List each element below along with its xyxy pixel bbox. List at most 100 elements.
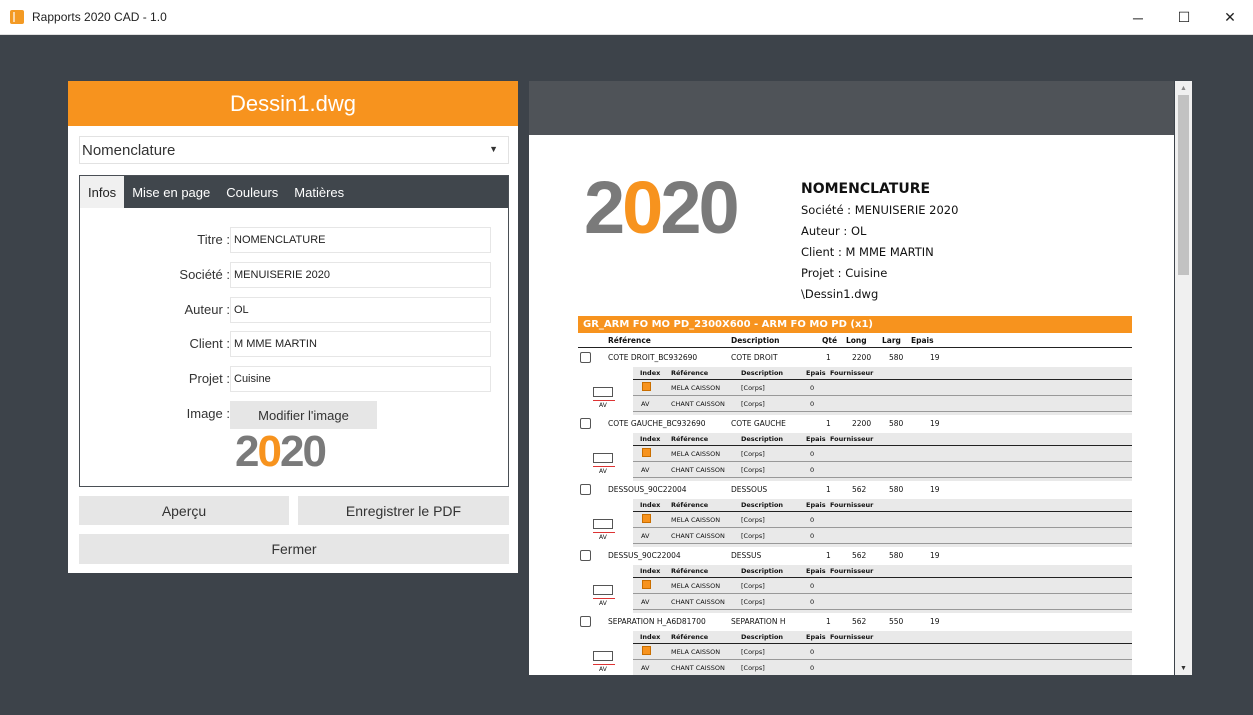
material-reference: MELA CAISSON xyxy=(671,384,721,392)
part-reference: COTE GAUCHE_BC932690 xyxy=(608,419,706,428)
material-swatch-icon xyxy=(642,382,651,391)
sub-divider xyxy=(633,593,1132,594)
edge-description: [Corps] xyxy=(741,598,765,606)
panel-edge-label: AV xyxy=(599,402,607,409)
sub-table-header: Index Référence Description Epais Fourni… xyxy=(633,631,1132,644)
societe-label: Société : xyxy=(179,267,230,282)
preview-button[interactable]: Aperçu xyxy=(79,496,289,525)
titre-row: Titre : NOMENCLATURE xyxy=(80,227,510,253)
tab-couleurs[interactable]: Couleurs xyxy=(218,176,286,208)
part-larg: 580 xyxy=(889,551,904,560)
sub-header-epais: Epais xyxy=(806,369,826,377)
panel-icon xyxy=(593,585,613,595)
part-long: 562 xyxy=(852,551,867,560)
preview-scrollbar[interactable]: ▲ ▼ xyxy=(1175,81,1192,675)
part-row: DESSUS_90C22004 DESSUS 1 562 580 19 xyxy=(578,548,1132,564)
group-title-bar: GR_ARM FO MO PD_2300X600 - ARM FO MO PD … xyxy=(578,316,1132,333)
part-larg: 580 xyxy=(889,353,904,362)
edge-index: AV xyxy=(641,532,650,540)
projet-row: Projet : Cuisine xyxy=(80,366,510,392)
material-description: [Corps] xyxy=(741,582,765,590)
client-input[interactable]: M MME MARTIN xyxy=(230,331,491,357)
close-window-button[interactable]: ✕ xyxy=(1207,0,1253,35)
part-description: COTE DROIT xyxy=(731,353,778,362)
material-epais: 0 xyxy=(810,384,815,392)
part-epais: 19 xyxy=(930,485,940,494)
edge-reference: CHANT CAISSON xyxy=(671,400,725,408)
close-button[interactable]: Fermer xyxy=(79,534,509,564)
scroll-up-icon[interactable]: ▲ xyxy=(1175,81,1192,95)
client-row: Client : M MME MARTIN xyxy=(80,331,510,357)
title-bar: Rapports 2020 CAD - 1.0 ─ ☐ ✕ xyxy=(0,0,1253,35)
edge-epais: 0 xyxy=(810,664,815,672)
image-row: Image : Modifier l'image xyxy=(80,401,510,429)
app-icon xyxy=(10,10,24,24)
societe-input[interactable]: MENUISERIE 2020 xyxy=(230,262,491,288)
sub-header-reference: Référence xyxy=(671,501,709,509)
sub-header-fournisseur: Fournisseur xyxy=(830,633,874,641)
header-qte: Qté xyxy=(822,336,838,345)
part-row: COTE DROIT_BC932690 COTE DROIT 1 2200 58… xyxy=(578,350,1132,366)
projet-input[interactable]: Cuisine xyxy=(230,366,491,392)
part-reference: SEPARATION H_A6D81700 xyxy=(608,617,706,626)
report-page: 2020 NOMENCLATURE Société : MENUISERIE 2… xyxy=(535,135,1169,675)
part-qte: 1 xyxy=(826,353,831,362)
header-description: Description xyxy=(731,336,780,345)
tab-infos[interactable]: Infos xyxy=(80,176,125,208)
sub-header-fournisseur: Fournisseur xyxy=(830,567,874,575)
sub-table: Index Référence Description Epais Fourni… xyxy=(633,631,1132,675)
edge-index: AV xyxy=(641,466,650,474)
save-pdf-button[interactable]: Enregistrer le PDF xyxy=(298,496,509,525)
tab-mise-en-page[interactable]: Mise en page xyxy=(124,176,218,208)
sub-header-description: Description xyxy=(741,501,784,509)
header-larg: Larg xyxy=(882,336,901,345)
panel-icon xyxy=(593,519,613,529)
part-long: 2200 xyxy=(852,353,872,362)
sub-header-reference: Référence xyxy=(671,567,709,575)
scroll-thumb[interactable] xyxy=(1178,95,1189,275)
sub-divider xyxy=(633,609,1132,610)
material-swatch-icon xyxy=(642,448,651,457)
preview-toolbar xyxy=(529,81,1174,135)
edge-epais: 0 xyxy=(810,598,815,606)
auteur-row: Auteur : OL xyxy=(80,297,510,323)
report-societe: Société : MENUISERIE 2020 xyxy=(801,203,959,217)
part-row: SEPARATION H_A6D81700 SEPARATION H 1 562… xyxy=(578,614,1132,630)
scroll-down-icon[interactable]: ▼ xyxy=(1175,661,1192,675)
sub-header-epais: Epais xyxy=(806,633,826,641)
titre-input[interactable]: NOMENCLATURE xyxy=(230,227,491,253)
material-swatch-icon xyxy=(642,514,651,523)
sub-table: Index Référence Description Epais Fourni… xyxy=(633,565,1132,613)
modify-image-button[interactable]: Modifier l'image xyxy=(230,401,377,429)
part-qte: 1 xyxy=(826,485,831,494)
sub-header-index: Index xyxy=(640,633,661,641)
part-description: COTE GAUCHE xyxy=(731,419,786,428)
client-label: Client : xyxy=(189,336,230,351)
report-type-select[interactable]: Nomenclature ▼ xyxy=(79,136,509,164)
part-qte: 1 xyxy=(826,551,831,560)
sub-divider xyxy=(633,659,1132,660)
panel-icon xyxy=(593,651,613,661)
material-reference: MELA CAISSON xyxy=(671,450,721,458)
header-long: Long xyxy=(846,336,867,345)
maximize-button[interactable]: ☐ xyxy=(1161,0,1207,35)
panel-edge-label: AV xyxy=(599,666,607,673)
sub-divider xyxy=(633,543,1132,544)
part-reference: DESSOUS_90C22004 xyxy=(608,485,687,494)
part-larg: 550 xyxy=(889,617,904,626)
edge-reference: CHANT CAISSON xyxy=(671,664,725,672)
auteur-input[interactable]: OL xyxy=(230,297,491,323)
sub-divider xyxy=(633,395,1132,396)
part-qte: 1 xyxy=(826,419,831,428)
file-name-header: Dessin1.dwg xyxy=(68,81,518,126)
part-qte: 1 xyxy=(826,617,831,626)
part-icon xyxy=(580,352,591,363)
panel-edge-label: AV xyxy=(599,600,607,607)
minimize-button[interactable]: ─ xyxy=(1115,0,1161,35)
sub-header-index: Index xyxy=(640,567,661,575)
edge-marker xyxy=(593,598,615,599)
company-logo: 2020 xyxy=(235,431,327,471)
sub-header-description: Description xyxy=(741,369,784,377)
societe-row: Société : MENUISERIE 2020 xyxy=(80,262,510,288)
tab-matieres[interactable]: Matières xyxy=(286,176,352,208)
